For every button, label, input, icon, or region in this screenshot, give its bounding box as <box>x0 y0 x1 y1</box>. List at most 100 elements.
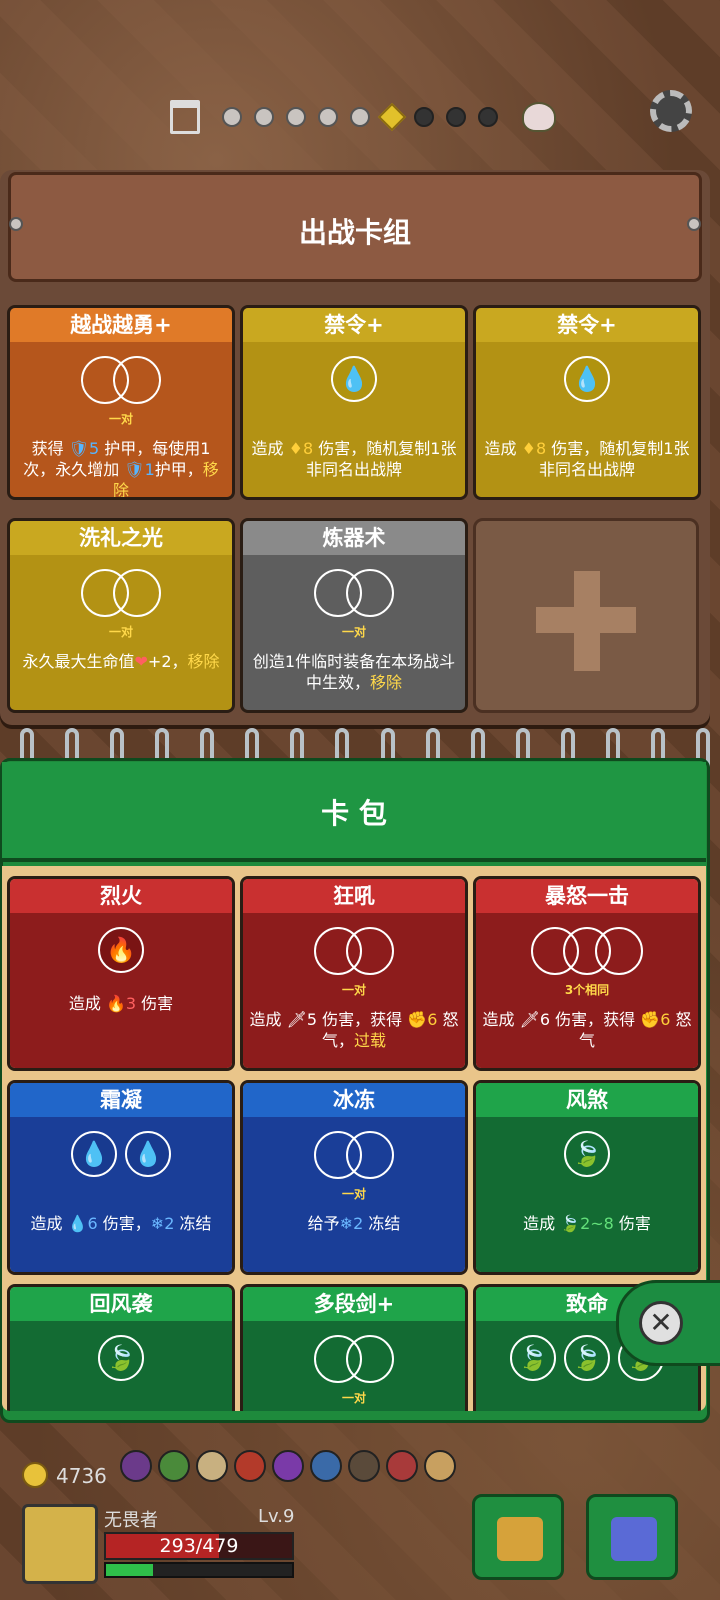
card-description: 造成 🗡5 伤害，获得 ✊6 怒气，过载 <box>249 1010 459 1050</box>
pack-card[interactable]: 狂吼 一对 造成 🗡5 伤害，获得 ✊6 怒气，过载 <box>240 876 468 1071</box>
deck-header: 出战卡组 <box>8 172 702 282</box>
card-description: 给予❄2 冻结 <box>307 1214 401 1233</box>
card-description: 造成 🗡6 伤害，获得 ✊6 怒气 <box>482 1010 692 1050</box>
card-requirement: 一对 <box>341 1187 366 1201</box>
current-stage-diamond-icon <box>377 102 407 132</box>
relic-icon[interactable] <box>272 1450 304 1482</box>
pack-card[interactable]: 风煞 🍃 造成 🍃2~8 伤害 <box>473 1080 701 1275</box>
card-name: 洗礼之光 <box>10 521 232 555</box>
card-name: 烈火 <box>10 879 232 913</box>
card-name: 风煞 <box>476 1083 698 1117</box>
dice-slot <box>346 927 394 975</box>
deck-card[interactable]: 洗礼之光 一对 永久最大生命值❤+2，移除 <box>7 518 235 713</box>
hp-text: 293/479 <box>159 1535 239 1557</box>
card-deck-button[interactable] <box>586 1494 678 1580</box>
deck-card[interactable]: 禁令+ 💧 造成 ♦8 伤害，随机复制1张非同名出战牌 <box>473 305 701 500</box>
card-requirement: 3个相同 <box>564 983 610 997</box>
pack-card[interactable]: 多段剑+ 一对 <box>240 1284 468 1411</box>
settings-gear-icon[interactable] <box>650 90 692 132</box>
relic-icon[interactable] <box>348 1450 380 1482</box>
card-name: 暴怒一击 <box>476 879 698 913</box>
close-button[interactable]: ✕ <box>616 1280 720 1366</box>
card-description: 造成 ♦8 伤害，随机复制1张非同名出战牌 <box>251 439 457 479</box>
stage-progress <box>0 80 720 140</box>
cards-icon <box>611 1517 657 1561</box>
card-name: 禁令+ <box>243 308 465 342</box>
pack-header: 卡 包 <box>2 762 706 862</box>
coin-icon <box>22 1462 48 1488</box>
card-description: 永久最大生命值❤+2，移除 <box>22 652 220 671</box>
deck-card[interactable]: 越战越勇+ 一对 获得 🛡5 护甲，每使用1次，永久增加 🛡1护甲，移除 <box>7 305 235 500</box>
boss-skull-icon <box>522 102 556 132</box>
relic-icon[interactable] <box>120 1450 152 1482</box>
card-name: 炼器术 <box>243 521 465 555</box>
fire-icon: 🔥 <box>98 927 144 973</box>
hero-level: Lv.9 <box>258 1506 295 1527</box>
card-requirement: 一对 <box>108 625 133 639</box>
relic-icon[interactable] <box>424 1450 456 1482</box>
progress-dot <box>318 107 338 127</box>
relic-icon[interactable] <box>386 1450 418 1482</box>
dice-slot <box>595 927 643 975</box>
card-description: 创造1件临时装备在本场战斗中生效，移除 <box>252 652 456 692</box>
card-requirement: 一对 <box>108 412 133 426</box>
card-name: 狂吼 <box>243 879 465 913</box>
pack-card[interactable]: 烈火 🔥 造成 🔥3 伤害 <box>7 876 235 1071</box>
progress-dot <box>254 107 274 127</box>
dice-slot <box>346 1335 394 1383</box>
helmet-icon <box>497 1517 543 1561</box>
xp-bar <box>104 1562 294 1578</box>
xp-fill <box>106 1564 153 1576</box>
deck-card[interactable]: 炼器术 一对 创造1件临时装备在本场战斗中生效，移除 <box>240 518 468 713</box>
card-description: 造成 💧6 伤害，❄2 冻结 <box>30 1214 212 1233</box>
castle-icon <box>170 100 200 134</box>
dice-slot <box>113 569 161 617</box>
water-drop-icon: 💧 <box>564 356 610 402</box>
relic-bar <box>120 1450 456 1482</box>
card-name: 回风袭 <box>10 1287 232 1321</box>
water-drop-icon: 💧 <box>71 1131 117 1177</box>
card-name: 多段剑+ <box>243 1287 465 1321</box>
plus-icon <box>536 571 636 671</box>
card-requirement: 一对 <box>341 1391 366 1405</box>
add-card-slot[interactable] <box>473 518 699 713</box>
leaf-icon: 🍃 <box>98 1335 144 1381</box>
card-requirement: 一对 <box>341 625 366 639</box>
water-drop-icon: 💧 <box>331 356 377 402</box>
leaf-icon: 🍃 <box>564 1131 610 1177</box>
coin-count: 4736 <box>56 1464 107 1488</box>
card-description: 造成 🔥3 伤害 <box>68 994 174 1013</box>
card-name: 越战越勇+ <box>10 308 232 342</box>
deck-title: 出战卡组 <box>298 216 411 249</box>
leaf-icon: 🍃 <box>510 1335 556 1381</box>
relic-icon[interactable] <box>234 1450 266 1482</box>
dice-slot <box>346 1131 394 1179</box>
player-status-bar: 4736 无畏者 Lv.9 293/479 <box>0 1420 720 1600</box>
progress-dot <box>414 107 434 127</box>
hero-portrait[interactable] <box>22 1504 98 1584</box>
pack-card[interactable]: 霜凝 💧 💧 造成 💧6 伤害，❄2 冻结 <box>7 1080 235 1275</box>
card-requirement: 一对 <box>341 983 366 997</box>
dice-slot <box>113 356 161 404</box>
card-description: 造成 🍃2~8 伤害 <box>523 1214 651 1233</box>
relic-icon[interactable] <box>196 1450 228 1482</box>
relic-icon[interactable] <box>310 1450 342 1482</box>
progress-dot <box>478 107 498 127</box>
pack-card[interactable]: 回风袭 🍃 <box>7 1284 235 1411</box>
close-icon: ✕ <box>639 1301 683 1345</box>
card-description: 获得 🛡5 护甲，每使用1次，永久增加 🛡1护甲，移除 <box>23 439 219 500</box>
deck-card[interactable]: 禁令+ 💧 造成 ♦8 伤害，随机复制1张非同名出战牌 <box>240 305 468 500</box>
card-description: 造成 ♦8 伤害，随机复制1张非同名出战牌 <box>484 439 690 479</box>
pack-card[interactable]: 冰冻 一对 给予❄2 冻结 <box>240 1080 468 1275</box>
pack-title: 卡 包 <box>321 797 387 830</box>
progress-dot <box>446 107 466 127</box>
pack-card[interactable]: 暴怒一击 3个相同 造成 🗡6 伤害，获得 ✊6 怒气 <box>473 876 701 1071</box>
card-pack-list[interactable]: 烈火 🔥 造成 🔥3 伤害 狂吼 一对 造成 🗡5 伤害，获得 ✊6 怒气，过载… <box>2 866 706 1411</box>
progress-dot <box>286 107 306 127</box>
progress-dot <box>350 107 370 127</box>
hero-name: 无畏者 <box>104 1510 158 1531</box>
hp-bar: 293/479 <box>104 1532 294 1560</box>
equipment-button[interactable] <box>472 1494 564 1580</box>
leaf-icon: 🍃 <box>564 1335 610 1381</box>
relic-icon[interactable] <box>158 1450 190 1482</box>
